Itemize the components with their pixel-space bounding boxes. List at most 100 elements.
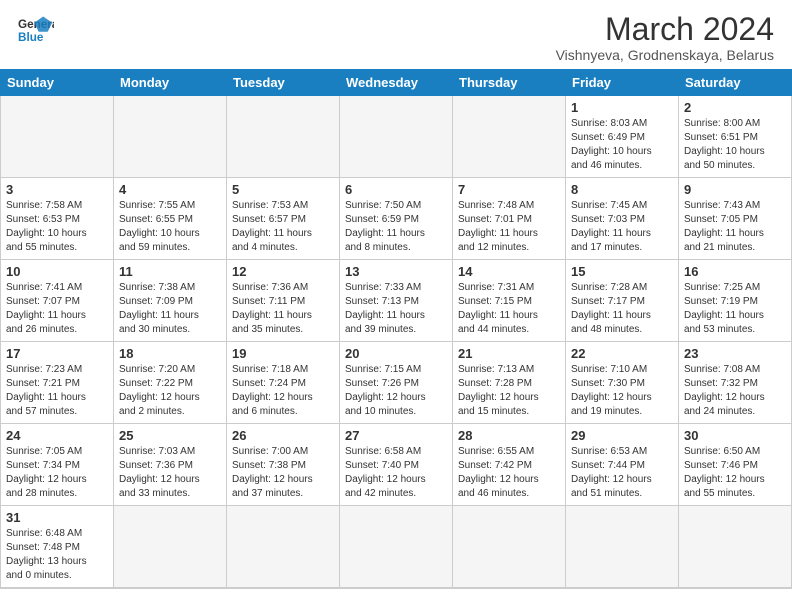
day-number: 3 — [6, 182, 108, 197]
day-info: Sunrise: 7:36 AM Sunset: 7:11 PM Dayligh… — [232, 281, 334, 337]
calendar-cell-4-0: 24Sunrise: 7:05 AM Sunset: 7:34 PM Dayli… — [1, 424, 114, 506]
day-number: 17 — [6, 346, 108, 361]
calendar-cell-1-0: 3 Sunrise: 7:58 AM Sunset: 6:53 PM Daylig… — [1, 178, 114, 260]
day-info: Sunrise: 7:45 AM Sunset: 7:03 PM Dayligh… — [571, 199, 673, 255]
day-number: 14 — [458, 264, 560, 279]
calendar-week-row-1: 3 Sunrise: 7:58 AM Sunset: 6:53 PM Daylig… — [1, 178, 792, 260]
day-info: Sunrise: 7:33 AM Sunset: 7:13 PM Dayligh… — [345, 281, 447, 337]
day-number: 25 — [119, 428, 221, 443]
weekday-header-row: SundayMondayTuesdayWednesdayThursdayFrid… — [1, 70, 792, 96]
weekday-header-saturday: Saturday — [679, 70, 792, 96]
weekday-header-thursday: Thursday — [453, 70, 566, 96]
month-title: March 2024 — [556, 12, 774, 47]
calendar-cell-0-5: 1Sunrise: 8:03 AM Sunset: 6:49 PM Daylig… — [566, 96, 679, 178]
svg-text:Blue: Blue — [18, 31, 44, 44]
day-number: 5 — [232, 182, 334, 197]
day-number: 7 — [458, 182, 560, 197]
day-info: Sunrise: 7:41 AM Sunset: 7:07 PM Dayligh… — [6, 281, 108, 337]
day-number: 31 — [6, 510, 108, 525]
calendar-cell-5-3 — [340, 506, 453, 589]
day-number: 28 — [458, 428, 560, 443]
day-info: Sunrise: 7:10 AM Sunset: 7:30 PM Dayligh… — [571, 363, 673, 419]
day-info: Sunrise: 6:53 AM Sunset: 7:44 PM Dayligh… — [571, 445, 673, 501]
calendar-cell-5-2 — [227, 506, 340, 589]
calendar-cell-3-6: 23 Sunrise: 7:08 AM Sunset: 7:32 PM Dayli… — [679, 342, 792, 424]
day-number: 12 — [232, 264, 334, 279]
weekday-header-sunday: Sunday — [1, 70, 114, 96]
day-number: 21 — [458, 346, 560, 361]
day-info: Sunrise: 7:25 AM Sunset: 7:19 PM Dayligh… — [684, 281, 786, 337]
day-info: Sunrise: 7:55 AM Sunset: 6:55 PM Dayligh… — [119, 199, 221, 255]
calendar-cell-3-3: 20Sunrise: 7:15 AM Sunset: 7:26 PM Dayli… — [340, 342, 453, 424]
header: General Blue March 2024 Vishnyeva, Grodn… — [0, 0, 792, 69]
day-info: Sunrise: 7:00 AM Sunset: 7:38 PM Dayligh… — [232, 445, 334, 501]
day-info: Sunrise: 8:03 AM Sunset: 6:49 PM Dayligh… — [571, 117, 673, 173]
day-info: Sunrise: 7:58 AM Sunset: 6:53 PM Dayligh… — [6, 199, 108, 255]
calendar-cell-3-0: 17 Sunrise: 7:23 AM Sunset: 7:21 PM Dayli… — [1, 342, 114, 424]
calendar-cell-0-1 — [114, 96, 227, 178]
day-info: Sunrise: 7:08 AM Sunset: 7:32 PM Dayligh… — [684, 363, 786, 419]
day-info: Sunrise: 7:50 AM Sunset: 6:59 PM Dayligh… — [345, 199, 447, 255]
calendar-cell-2-1: 11Sunrise: 7:38 AM Sunset: 7:09 PM Dayli… — [114, 260, 227, 342]
calendar-cell-0-2 — [227, 96, 340, 178]
day-number: 6 — [345, 182, 447, 197]
calendar-cell-1-5: 8 Sunrise: 7:45 AM Sunset: 7:03 PM Daylig… — [566, 178, 679, 260]
calendar-week-row-0: 1Sunrise: 8:03 AM Sunset: 6:49 PM Daylig… — [1, 96, 792, 178]
calendar-cell-4-6: 30Sunrise: 6:50 AM Sunset: 7:46 PM Dayli… — [679, 424, 792, 506]
calendar-cell-1-6: 9Sunrise: 7:43 AM Sunset: 7:05 PM Daylig… — [679, 178, 792, 260]
calendar-cell-5-6 — [679, 506, 792, 589]
calendar-cell-4-1: 25 Sunrise: 7:03 AM Sunset: 7:36 PM Dayli… — [114, 424, 227, 506]
day-info: Sunrise: 7:13 AM Sunset: 7:28 PM Dayligh… — [458, 363, 560, 419]
day-number: 18 — [119, 346, 221, 361]
calendar-cell-0-0 — [1, 96, 114, 178]
calendar-cell-2-6: 16Sunrise: 7:25 AM Sunset: 7:19 PM Dayli… — [679, 260, 792, 342]
calendar-cell-0-3 — [340, 96, 453, 178]
calendar-cell-3-5: 22 Sunrise: 7:10 AM Sunset: 7:30 PM Dayli… — [566, 342, 679, 424]
day-number: 23 — [684, 346, 786, 361]
calendar-cell-4-3: 27 Sunrise: 6:58 AM Sunset: 7:40 PM Dayli… — [340, 424, 453, 506]
day-number: 8 — [571, 182, 673, 197]
day-number: 9 — [684, 182, 786, 197]
calendar-table: SundayMondayTuesdayWednesdayThursdayFrid… — [0, 69, 792, 589]
day-info: Sunrise: 7:23 AM Sunset: 7:21 PM Dayligh… — [6, 363, 108, 419]
day-info: Sunrise: 6:58 AM Sunset: 7:40 PM Dayligh… — [345, 445, 447, 501]
day-info: Sunrise: 7:48 AM Sunset: 7:01 PM Dayligh… — [458, 199, 560, 255]
calendar-cell-0-6: 2 Sunrise: 8:00 AM Sunset: 6:51 PM Daylig… — [679, 96, 792, 178]
general-blue-logo-icon: General Blue — [18, 12, 54, 48]
calendar-week-row-5: 31Sunrise: 6:48 AM Sunset: 7:48 PM Dayli… — [1, 506, 792, 589]
weekday-header-tuesday: Tuesday — [227, 70, 340, 96]
calendar-week-row-4: 24Sunrise: 7:05 AM Sunset: 7:34 PM Dayli… — [1, 424, 792, 506]
day-number: 11 — [119, 264, 221, 279]
calendar-cell-1-4: 7 Sunrise: 7:48 AM Sunset: 7:01 PM Daylig… — [453, 178, 566, 260]
weekday-header-monday: Monday — [114, 70, 227, 96]
day-number: 22 — [571, 346, 673, 361]
calendar-cell-5-0: 31Sunrise: 6:48 AM Sunset: 7:48 PM Dayli… — [1, 506, 114, 589]
day-info: Sunrise: 7:03 AM Sunset: 7:36 PM Dayligh… — [119, 445, 221, 501]
title-block: March 2024 Vishnyeva, Grodnenskaya, Bela… — [556, 12, 774, 63]
calendar-cell-1-3: 6 Sunrise: 7:50 AM Sunset: 6:59 PM Daylig… — [340, 178, 453, 260]
day-number: 27 — [345, 428, 447, 443]
day-info: Sunrise: 7:28 AM Sunset: 7:17 PM Dayligh… — [571, 281, 673, 337]
calendar-cell-3-2: 19Sunrise: 7:18 AM Sunset: 7:24 PM Dayli… — [227, 342, 340, 424]
calendar-week-row-3: 17 Sunrise: 7:23 AM Sunset: 7:21 PM Dayli… — [1, 342, 792, 424]
day-info: Sunrise: 7:20 AM Sunset: 7:22 PM Dayligh… — [119, 363, 221, 419]
day-number: 4 — [119, 182, 221, 197]
calendar-cell-3-1: 18 Sunrise: 7:20 AM Sunset: 7:22 PM Dayli… — [114, 342, 227, 424]
calendar-cell-1-2: 5 Sunrise: 7:53 AM Sunset: 6:57 PM Daylig… — [227, 178, 340, 260]
calendar-cell-4-5: 29 Sunrise: 6:53 AM Sunset: 7:44 PM Dayli… — [566, 424, 679, 506]
calendar-cell-2-5: 15Sunrise: 7:28 AM Sunset: 7:17 PM Dayli… — [566, 260, 679, 342]
calendar-cell-5-5 — [566, 506, 679, 589]
day-info: Sunrise: 6:55 AM Sunset: 7:42 PM Dayligh… — [458, 445, 560, 501]
day-number: 2 — [684, 100, 786, 115]
calendar-cell-4-2: 26Sunrise: 7:00 AM Sunset: 7:38 PM Dayli… — [227, 424, 340, 506]
calendar-cell-2-0: 10 Sunrise: 7:41 AM Sunset: 7:07 PM Dayli… — [1, 260, 114, 342]
calendar-cell-0-4 — [453, 96, 566, 178]
calendar-cell-4-4: 28 Sunrise: 6:55 AM Sunset: 7:42 PM Dayli… — [453, 424, 566, 506]
logo: General Blue — [18, 12, 54, 48]
day-number: 29 — [571, 428, 673, 443]
day-info: Sunrise: 8:00 AM Sunset: 6:51 PM Dayligh… — [684, 117, 786, 173]
calendar-cell-1-1: 4 Sunrise: 7:55 AM Sunset: 6:55 PM Daylig… — [114, 178, 227, 260]
day-number: 10 — [6, 264, 108, 279]
weekday-header-wednesday: Wednesday — [340, 70, 453, 96]
day-info: Sunrise: 7:53 AM Sunset: 6:57 PM Dayligh… — [232, 199, 334, 255]
